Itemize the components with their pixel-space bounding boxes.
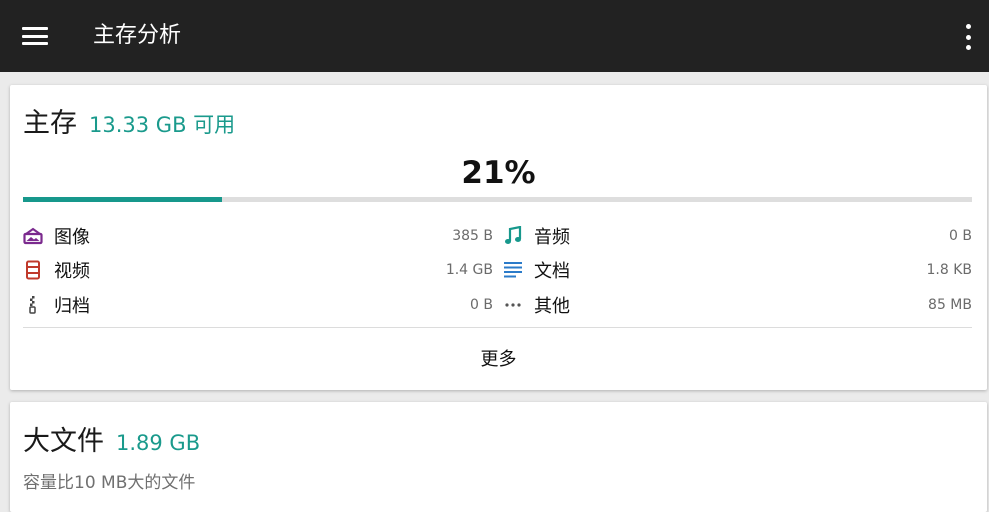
image-icon	[23, 226, 43, 246]
category-label: 其他	[534, 296, 570, 317]
category-audio[interactable]: 音频 0 B	[503, 221, 972, 251]
category-documents[interactable]: 文档 1.8 KB	[503, 255, 972, 285]
overflow-menu-icon[interactable]	[963, 24, 973, 50]
category-size: 0 B	[949, 228, 972, 244]
large-files-title: 大文件	[23, 426, 104, 457]
storage-header: 主存 13.33 GB 可用	[23, 101, 235, 140]
category-label: 视频	[54, 261, 90, 282]
category-size: 85 MB	[928, 297, 972, 313]
category-videos[interactable]: 视频 1.4 GB	[23, 255, 493, 285]
category-label: 归档	[54, 296, 90, 317]
usage-progress-bar	[23, 197, 972, 202]
storage-card: 主存 13.33 GB 可用 21% 图像 385 B 视频 1.4 GB 归档…	[10, 85, 987, 390]
category-size: 1.4 GB	[445, 262, 493, 278]
usage-progress-fill	[23, 197, 223, 202]
category-size: 0 B	[470, 297, 493, 313]
archive-icon	[23, 295, 43, 315]
page-title: 主存分析	[93, 23, 182, 48]
category-label: 图像	[54, 227, 90, 248]
more-horizontal-icon	[503, 295, 523, 315]
video-icon	[23, 260, 43, 280]
category-archives[interactable]: 归档 0 B	[23, 290, 493, 320]
category-images[interactable]: 图像 385 B	[23, 221, 493, 251]
category-others[interactable]: 其他 85 MB	[503, 290, 972, 320]
large-files-description: 容量比10 MB大的文件	[23, 473, 196, 493]
app-bar: 主存分析	[0, 0, 989, 72]
large-files-size: 1.89 GB	[116, 431, 201, 455]
hamburger-menu-icon[interactable]	[22, 24, 48, 48]
divider	[23, 327, 972, 328]
storage-available: 13.33 GB 可用	[89, 113, 236, 137]
music-note-icon	[503, 226, 523, 246]
usage-percent: 21%	[461, 155, 536, 191]
category-size: 1.8 KB	[926, 262, 973, 278]
category-label: 文档	[534, 261, 570, 282]
more-button[interactable]: 更多	[10, 345, 987, 371]
storage-title: 主存	[23, 108, 77, 139]
large-files-card[interactable]: 大文件 1.89 GB 容量比10 MB大的文件	[10, 402, 987, 512]
large-files-header: 大文件 1.89 GB	[23, 419, 200, 458]
category-label: 音频	[534, 227, 570, 248]
category-size: 385 B	[452, 228, 493, 244]
document-icon	[503, 260, 523, 280]
